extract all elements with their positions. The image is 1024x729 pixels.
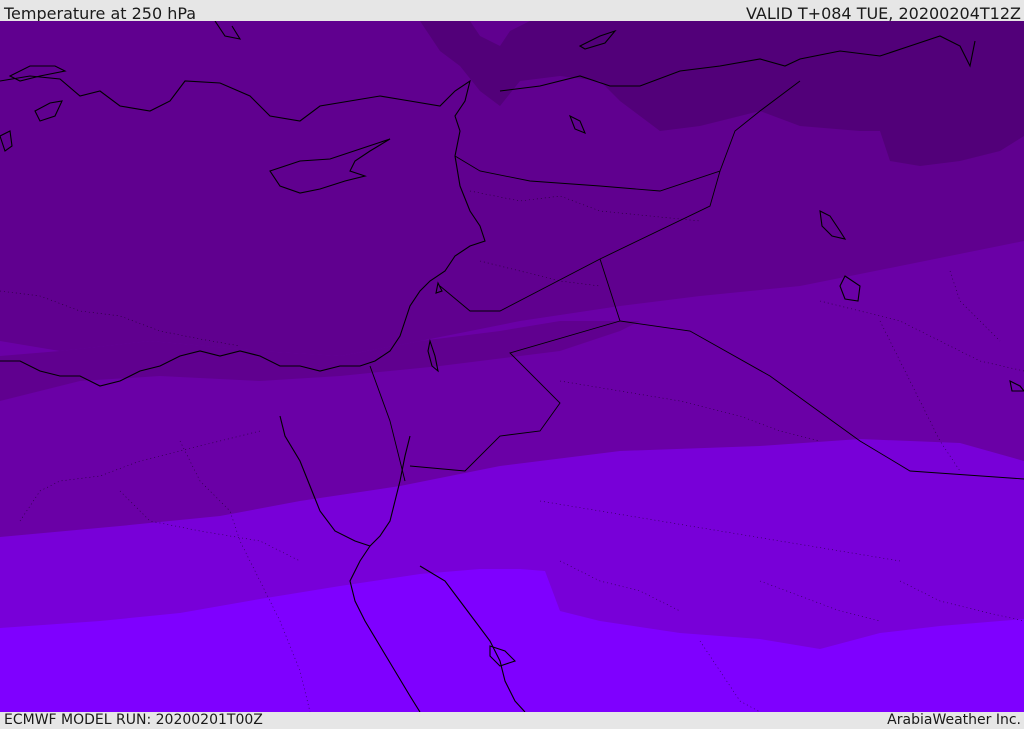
footer-bar: ECMWF MODEL RUN: 20200201T00Z ArabiaWeat… bbox=[0, 712, 1024, 729]
model-run-label: ECMWF MODEL RUN: 20200201T00Z bbox=[4, 712, 263, 728]
header-bar: Temperature at 250 hPa VALID T+084 TUE, … bbox=[0, 0, 1024, 23]
weather-map[interactable] bbox=[0, 21, 1024, 712]
credit-label: ArabiaWeather Inc. bbox=[887, 712, 1021, 728]
